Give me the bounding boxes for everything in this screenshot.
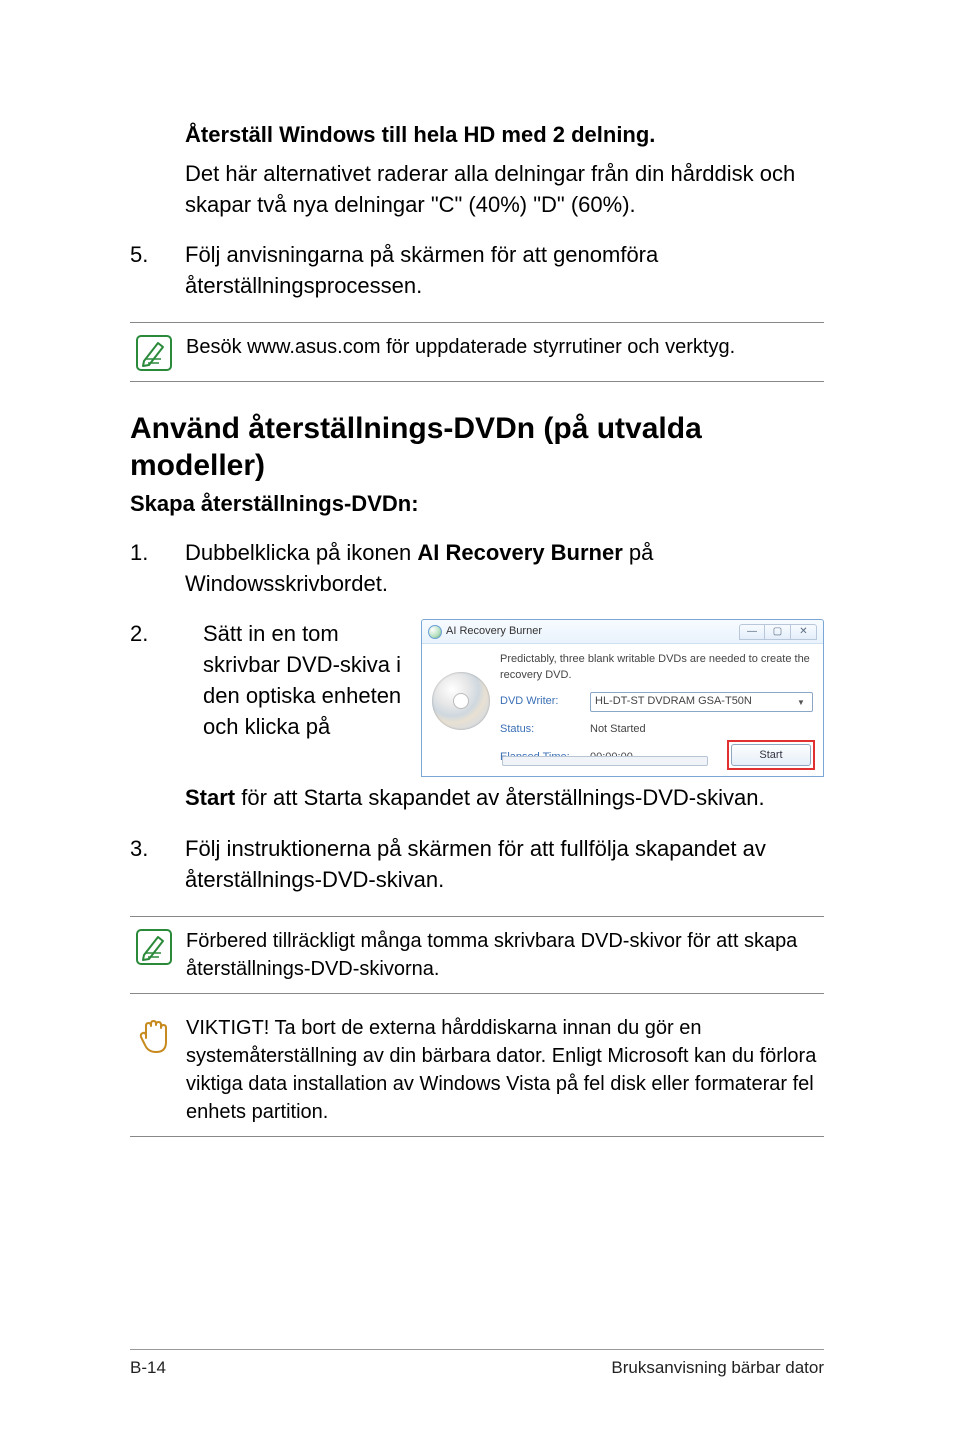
restore-2-partition-heading: Återställ Windows till hela HD med 2 del… xyxy=(185,120,824,151)
step-2-cont-bold: Start xyxy=(185,785,235,810)
note-important-external-drives: VIKTIGT! Ta bort de externa hårddiskarna… xyxy=(130,1004,824,1137)
window-title: AI Recovery Burner xyxy=(446,624,542,639)
step-1-text: Dubbelklicka på ikonen AI Recovery Burne… xyxy=(185,538,824,600)
start-button[interactable]: Start xyxy=(731,744,811,766)
step-5-number: 5. xyxy=(130,240,185,302)
step-1: 1. Dubbelklicka på ikonen AI Recovery Bu… xyxy=(130,538,824,600)
status-value: Not Started xyxy=(590,722,813,737)
step-2-continuation: Start för att Starta skapandet av återst… xyxy=(185,783,824,814)
step-5: 5. Följ anvisningarna på skärmen för att… xyxy=(130,240,824,302)
progress-bar xyxy=(502,756,708,766)
disc-icon xyxy=(432,672,490,730)
chevron-down-icon: ▼ xyxy=(794,697,808,708)
step-5-text: Följ anvisningarna på skärmen för att ge… xyxy=(185,240,824,302)
step-2-number: 2. xyxy=(130,619,185,777)
writer-value: HL-DT-ST DVDRAM GSA-T50N xyxy=(595,694,752,709)
page-footer: B-14 Bruksanvisning bärbar dator xyxy=(130,1349,824,1378)
app-icon xyxy=(428,625,442,639)
hand-warning-icon xyxy=(130,1014,178,1056)
pencil-note-icon xyxy=(130,333,178,371)
step-1-number: 1. xyxy=(130,538,185,600)
writer-row: DVD Writer: HL-DT-ST DVDRAM GSA-T50N ▼ xyxy=(500,693,813,711)
step-3-number: 3. xyxy=(130,834,185,896)
start-button-highlight: Start xyxy=(727,740,815,770)
writer-label: DVD Writer: xyxy=(500,694,590,709)
step-2: 2. Sätt in en tom skrivbar DVD-skiva i d… xyxy=(130,619,824,777)
status-label: Status: xyxy=(500,722,590,737)
prediction-line: Predictably, three blank writable DVDs a… xyxy=(500,652,813,683)
step-3: 3. Följ instruktionerna på skärmen för a… xyxy=(130,834,824,896)
step-3-text: Följ instruktionerna på skärmen för att … xyxy=(185,834,824,896)
ai-recovery-burner-window: AI Recovery Burner — ▢ ✕ Predictably, th… xyxy=(421,619,824,777)
note-important-text: VIKTIGT! Ta bort de externa hårddiskarna… xyxy=(178,1014,824,1126)
window-controls: — ▢ ✕ xyxy=(739,624,817,640)
titlebar-left: AI Recovery Burner xyxy=(428,624,542,639)
pencil-note-icon xyxy=(130,927,178,965)
footer-title: Bruksanvisning bärbar dator xyxy=(611,1358,824,1378)
step-1-bold: AI Recovery Burner xyxy=(417,540,622,565)
note-prepare-dvds-text: Förbered tillräckligt många tomma skrivb… xyxy=(178,927,824,983)
writer-select[interactable]: HL-DT-ST DVDRAM GSA-T50N ▼ xyxy=(590,692,813,712)
section-subtitle: Skapa återställnings-DVDn: xyxy=(130,489,824,520)
maximize-button[interactable]: ▢ xyxy=(765,624,791,640)
section-title: Använd återställnings-DVDn (på utvalda m… xyxy=(130,410,824,485)
top-block: Återställ Windows till hela HD med 2 del… xyxy=(185,120,824,220)
restore-2-partition-text: Det här alternativet raderar alla delnin… xyxy=(185,159,824,221)
window-titlebar: AI Recovery Burner — ▢ ✕ xyxy=(422,620,823,644)
step-2-cont-rest: för att Starta skapandet av återställnin… xyxy=(235,785,764,810)
status-row: Status: Not Started xyxy=(500,721,813,739)
close-button[interactable]: ✕ xyxy=(791,624,817,640)
minimize-button[interactable]: — xyxy=(739,624,765,640)
note-prepare-dvds: Förbered tillräckligt många tomma skrivb… xyxy=(130,916,824,994)
page-content: Återställ Windows till hela HD med 2 del… xyxy=(130,120,824,1137)
note-visit-asus: Besök www.asus.com för uppdaterade styrr… xyxy=(130,322,824,382)
start-button-label: Start xyxy=(759,748,782,763)
page-number: B-14 xyxy=(130,1358,166,1378)
step-2-text: Sätt in en tom skrivbar DVD-skiva i den … xyxy=(203,619,403,777)
step-1-pre: Dubbelklicka på ikonen xyxy=(185,540,417,565)
note-visit-asus-text: Besök www.asus.com för uppdaterade styrr… xyxy=(178,333,824,361)
